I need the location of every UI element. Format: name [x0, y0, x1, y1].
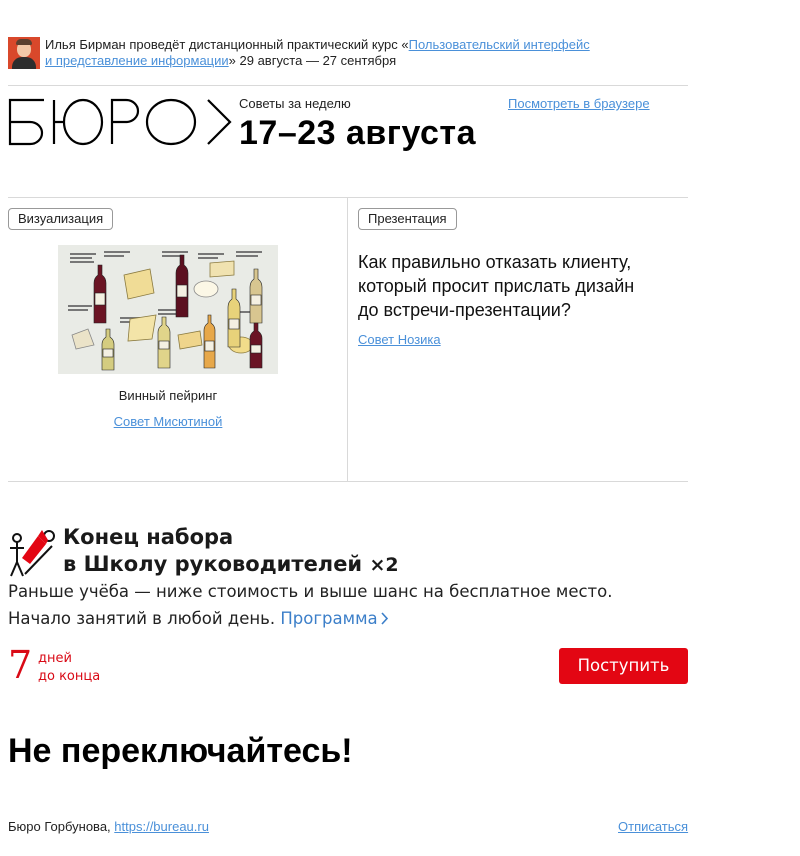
promo-title-line2: в Школу руководителей: [63, 552, 363, 576]
closing-headline: Не переключайтесь!: [8, 732, 353, 770]
promo-title-line1: Конец набора: [63, 525, 234, 549]
header-subtitle: Советы за неделю: [239, 96, 351, 111]
promo-text-line1: Раньше учёба — ниже стоимость и выше шан…: [8, 582, 613, 601]
chevron-right-icon: [381, 612, 388, 625]
promo-title-badge: ×2: [369, 554, 399, 576]
category-tag-presentation[interactable]: Презентация: [358, 208, 457, 230]
tip-link-misyutina[interactable]: Совет Мисютиной: [114, 414, 223, 429]
tip-caption-wine-pairing: Винный пейринг: [118, 388, 218, 403]
bureau-logo[interactable]: [8, 96, 234, 148]
divider: [8, 85, 688, 86]
column-divider: [347, 198, 348, 481]
header-date-range: 17–23 августа: [239, 114, 476, 152]
announcement-dates: » 29 августа — 27 сентября: [228, 53, 397, 68]
divider: [8, 481, 688, 482]
site-link[interactable]: https://bureau.ru: [114, 819, 209, 834]
announcement-text: Илья Бирман проведёт дистанционный практ…: [45, 37, 605, 69]
promo-title: Конец набора в Школу руководителей ×2: [63, 524, 399, 579]
tip-question-presentation[interactable]: Как правильно отказать клиенту, который …: [358, 250, 658, 322]
wine-pairing-illustration[interactable]: [58, 245, 278, 374]
tip-link-nozik[interactable]: Совет Нозика: [358, 332, 441, 347]
days-left-label: дней до конца: [38, 650, 100, 686]
footer-company: Бюро Горбунова,: [8, 819, 111, 834]
days-left-number: 7: [8, 643, 33, 687]
course-announcement: Илья Бирман проведёт дистанционный практ…: [8, 37, 608, 71]
unsubscribe-link[interactable]: Отписаться: [618, 819, 688, 834]
manager-school-icon: [10, 530, 55, 577]
promo-text-line2: Начало занятий в любой день. Программа: [8, 609, 389, 628]
days-word: дней: [38, 651, 72, 666]
announcement-prefix: Илья Бирман проведёт дистанционный практ…: [45, 37, 409, 52]
divider: [8, 197, 688, 198]
category-tag-visualization[interactable]: Визуализация: [8, 208, 114, 230]
enroll-button[interactable]: Поступить: [559, 648, 688, 684]
promo-start-text: Начало занятий в любой день.: [8, 609, 276, 628]
author-avatar: [8, 37, 40, 69]
days-until: до конца: [38, 669, 101, 684]
footer-credits: Бюро Горбунова, https://bureau.ru: [8, 819, 209, 834]
program-link[interactable]: Программа: [280, 609, 388, 628]
view-in-browser-link[interactable]: Посмотреть в браузере: [508, 96, 650, 111]
